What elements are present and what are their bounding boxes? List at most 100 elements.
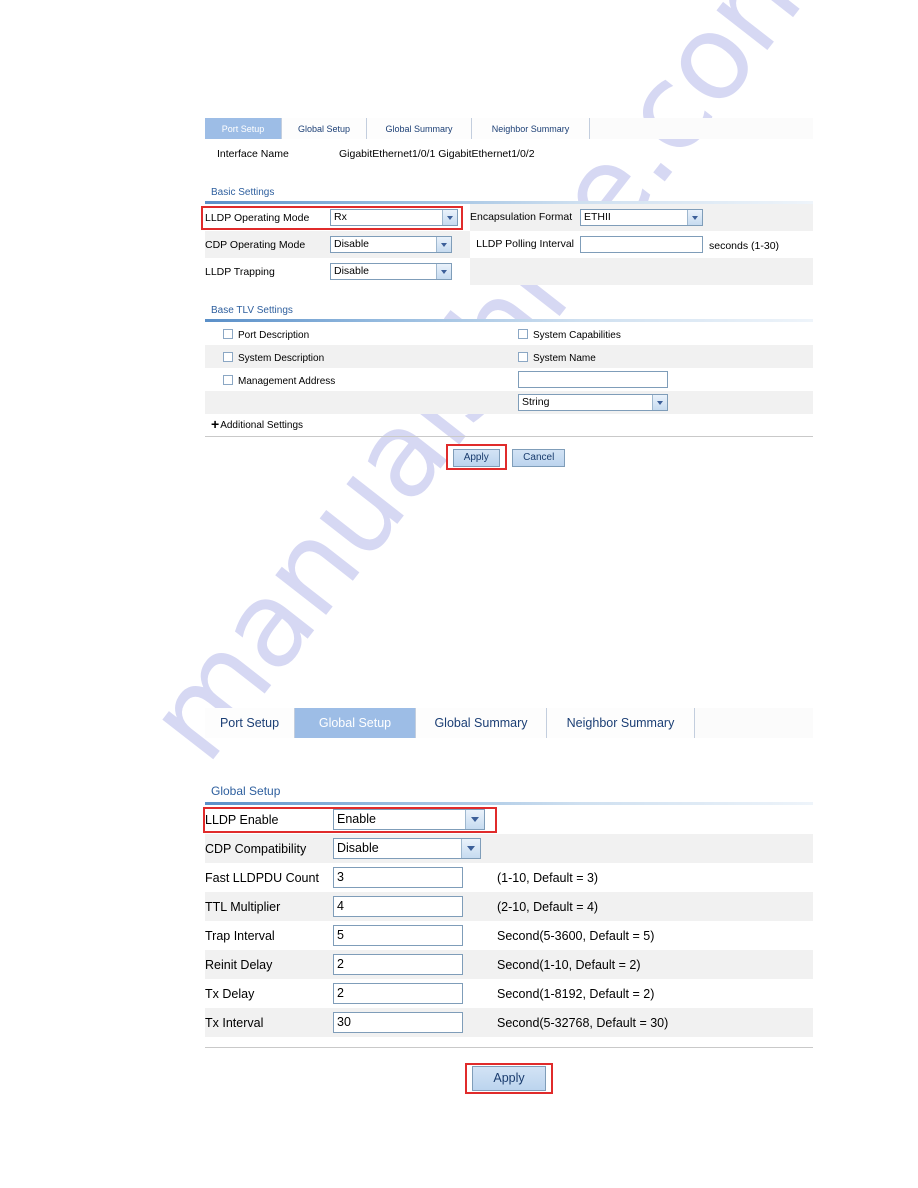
ttl-multiplier-hint: (2-10, Default = 4) — [493, 892, 813, 921]
tab-global-summary[interactable]: Global Summary — [367, 118, 472, 139]
system-capabilities-checkbox[interactable] — [518, 328, 528, 339]
tab-label: Port Setup — [219, 716, 280, 730]
lldp-trapping-select[interactable]: Disable — [330, 262, 452, 280]
cdp-compatibility-hint — [493, 834, 813, 863]
ttl-multiplier-label: TTL Multiplier — [205, 892, 333, 921]
chevron-down-icon[interactable] — [465, 810, 484, 829]
interface-name-label: Interface Name — [217, 148, 289, 160]
management-address-type-cell: String — [508, 391, 813, 414]
chevron-down-icon[interactable] — [461, 839, 480, 858]
global-setup-panel: Port Setup Global Setup Global Summary N… — [203, 708, 813, 1094]
system-capabilities-cell: System Capabilities — [508, 322, 813, 345]
fast-lldpdu-count-input[interactable]: 3 — [333, 867, 463, 888]
ttl-multiplier-input[interactable]: 4 — [333, 896, 463, 917]
table-row: Management Address — [205, 368, 813, 391]
management-address-value-cell — [508, 368, 813, 391]
tab-global-setup[interactable]: Global Setup — [282, 118, 367, 139]
interface-name-row: Interface Name GigabitEthernet1/0/1 Giga… — [205, 139, 813, 169]
select-value: Disable — [334, 237, 370, 250]
base-tlv-settings-table: Port Description System Capabilities Sys… — [205, 322, 813, 414]
select-value: ETHII — [584, 210, 611, 223]
empty-cell — [470, 258, 580, 285]
system-name-checkbox[interactable] — [518, 351, 528, 362]
port-setup-tabbar: Port Setup Global Setup Global Summary N… — [205, 118, 813, 139]
management-address-type-select[interactable]: String — [518, 393, 668, 411]
lldp-operating-mode-cell: Rx — [201, 204, 470, 231]
select-value: String — [522, 395, 550, 408]
trap-interval-hint: Second(5-3600, Default = 5) — [493, 921, 813, 950]
chevron-down-icon[interactable] — [442, 209, 457, 225]
encapsulation-format-select[interactable]: ETHII — [580, 208, 703, 226]
global-setup-tabbar: Port Setup Global Setup Global Summary N… — [205, 708, 813, 738]
table-row: TTL Multiplier 4 (2-10, Default = 4) — [205, 892, 813, 921]
tx-delay-cell: 2 — [333, 979, 493, 1008]
base-tlv-settings-title: Base TLV Settings — [211, 305, 293, 316]
tx-delay-input[interactable]: 2 — [333, 983, 463, 1004]
reinit-delay-cell: 2 — [333, 950, 493, 979]
global-setup-table: LLDP Enable Enable CDP Compatibility Dis… — [203, 805, 813, 1037]
port-description-cell: Port Description — [205, 322, 508, 345]
lldp-enable-label: LLDP Enable — [205, 805, 333, 834]
tab-label: Global Setup — [318, 716, 392, 730]
tab-neighbor-summary[interactable]: Neighbor Summary — [547, 708, 695, 738]
global-setup-section-title: Global Setup — [211, 784, 281, 798]
select-value: Disable — [337, 841, 379, 855]
cancel-button[interactable]: Cancel — [512, 449, 566, 467]
empty-cell — [580, 258, 813, 285]
lldp-trapping-label: LLDP Trapping — [205, 258, 330, 285]
tx-interval-input[interactable]: 30 — [333, 1012, 463, 1033]
tx-interval-label: Tx Interval — [205, 1008, 333, 1037]
table-row: Port Description System Capabilities — [205, 322, 813, 345]
trap-interval-label: Trap Interval — [205, 921, 333, 950]
interface-name-value: GigabitEthernet1/0/1 GigabitEthernet1/0/… — [339, 148, 535, 160]
lldp-enable-select[interactable]: Enable — [333, 809, 485, 830]
additional-settings-label: Additional Settings — [220, 420, 304, 431]
chevron-down-icon[interactable] — [436, 236, 451, 252]
management-address-checkbox[interactable] — [223, 374, 233, 385]
global-setup-button-bar: Apply — [205, 1048, 813, 1094]
apply-button-wrap: Apply — [445, 444, 507, 470]
table-row: Trap Interval 5 Second(5-3600, Default =… — [205, 921, 813, 950]
tabbar-filler — [590, 118, 813, 139]
table-row: LLDP Enable Enable — [203, 805, 813, 834]
system-name-label: System Name — [533, 352, 596, 364]
port-description-checkbox[interactable] — [223, 328, 233, 339]
chevron-down-icon[interactable] — [436, 263, 451, 279]
cdp-compatibility-select[interactable]: Disable — [333, 838, 481, 859]
tx-interval-cell: 30 — [333, 1008, 493, 1037]
management-address-label: Management Address — [238, 375, 336, 387]
tab-port-setup[interactable]: Port Setup — [205, 118, 282, 139]
system-description-label: System Description — [238, 352, 325, 364]
label-text: Encapsulation Format — [470, 211, 573, 223]
port-description-label: Port Description — [238, 329, 310, 341]
reinit-delay-hint: Second(1-10, Default = 2) — [493, 950, 813, 979]
cdp-compatibility-cell: Disable — [333, 834, 493, 863]
lldp-operating-mode-select[interactable]: Rx — [330, 208, 458, 226]
table-row: LLDP Trapping Disable — [205, 258, 813, 285]
fast-lldpdu-count-hint: (1-10, Default = 3) — [493, 863, 813, 892]
empty-cell — [205, 391, 508, 414]
chevron-down-icon[interactable] — [652, 394, 667, 410]
lldp-operating-mode-label: LLDP Operating Mode — [205, 204, 330, 231]
apply-button[interactable]: Apply — [472, 1066, 546, 1091]
cdp-operating-mode-select[interactable]: Disable — [330, 235, 452, 253]
chevron-down-icon[interactable] — [687, 209, 702, 225]
tab-global-summary[interactable]: Global Summary — [416, 708, 547, 738]
ttl-multiplier-cell: 4 — [333, 892, 493, 921]
apply-button[interactable]: Apply — [452, 449, 500, 467]
encapsulation-format-cell: ETHII — [580, 204, 813, 231]
tab-global-setup[interactable]: Global Setup — [295, 708, 416, 738]
system-description-checkbox[interactable] — [223, 351, 233, 362]
tab-label: Global Setup — [297, 123, 351, 134]
reinit-delay-input[interactable]: 2 — [333, 954, 463, 975]
system-name-cell: System Name — [508, 345, 813, 368]
trap-interval-input[interactable]: 5 — [333, 925, 463, 946]
tab-neighbor-summary[interactable]: Neighbor Summary — [472, 118, 590, 139]
system-description-cell: System Description — [205, 345, 508, 368]
management-address-input[interactable] — [518, 370, 668, 388]
additional-settings-toggle[interactable]: +Additional Settings — [205, 414, 813, 436]
basic-settings-table: LLDP Operating Mode Rx Encapsulation For… — [201, 204, 813, 285]
lldp-polling-interval-input[interactable] — [580, 235, 703, 253]
cdp-compatibility-label: CDP Compatibility — [205, 834, 333, 863]
tab-port-setup[interactable]: Port Setup — [205, 708, 295, 738]
